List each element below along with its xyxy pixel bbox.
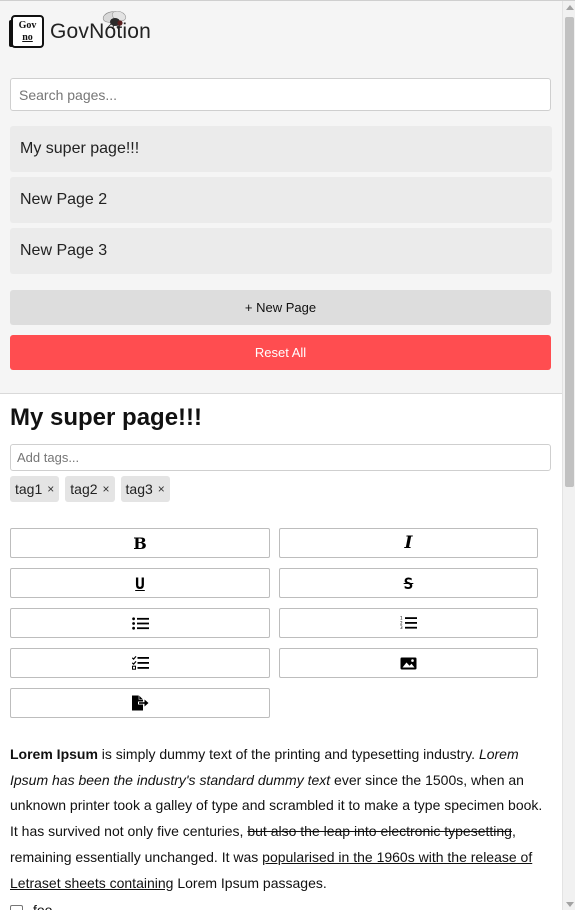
app-viewport: Gov no GovNotion My super [0,1,562,910]
bullet-list-icon [131,616,149,630]
tags-input[interactable] [10,444,551,471]
format-toolbar: B I U S 1 2 3 [10,528,552,718]
vertical-scrollbar[interactable] [562,1,575,910]
tag-chip: tag1 × [10,476,60,502]
new-page-button[interactable]: + New Page [10,290,551,325]
tag-label: tag1 [15,481,43,497]
fly-icon [102,11,127,29]
todo-text[interactable]: foo [33,898,52,910]
scroll-down-icon[interactable] [566,902,574,907]
image-icon [400,657,417,669]
app-name: GovNotion [50,11,151,44]
reset-all-button[interactable]: Reset All [10,335,551,370]
checklist-icon [131,656,149,670]
page-item[interactable]: My super page!!! [10,126,552,172]
italic-button[interactable]: I [279,528,538,558]
export-button[interactable] [10,688,270,718]
underline-button[interactable]: U [10,568,270,598]
italic-icon: I [404,533,413,553]
tag-chip: tag3 × [120,476,170,502]
page-item-label: New Page 3 [20,242,108,259]
tag-chip: tag2 × [65,476,115,502]
page-item[interactable]: New Page 3 [10,228,552,274]
page-title[interactable]: My super page!!! [10,404,552,432]
govno-logo: Gov no [9,13,46,51]
tag-label: tag3 [125,481,153,497]
paragraph: Lorem Ipsum is simply dummy text of the … [10,746,543,891]
tag-label: tag2 [70,481,98,497]
strikethrough-button[interactable]: S [279,568,538,598]
bold-text: Lorem Ipsum [10,746,98,762]
search-input[interactable] [10,78,551,111]
logo-text-bottom: no [22,32,33,43]
svg-text:3: 3 [400,625,403,630]
page-item-label: My super page!!! [20,140,140,157]
editor: My super page!!! tag1 × tag2 × tag3 × B … [0,394,562,910]
sidebar: Gov no GovNotion My super [0,1,562,394]
page-list: My super page!!! New Page 2 New Page 3 [10,126,552,274]
scroll-up-icon[interactable] [566,5,574,10]
logo-text-top: Gov [18,20,37,31]
page-item[interactable]: New Page 2 [10,177,552,223]
underline-icon: U [135,573,145,593]
bullet-list-button[interactable] [10,608,270,638]
bold-icon: B [133,533,147,553]
numbered-list-icon: 1 2 3 [400,616,417,630]
export-icon [132,695,149,711]
tag-remove-icon[interactable]: × [158,482,165,496]
scrollbar-thumb[interactable] [565,17,574,487]
todo-item: foo [10,898,551,910]
bold-button[interactable]: B [10,528,270,558]
page-content[interactable]: Lorem Ipsum is simply dummy text of the … [10,742,551,910]
tag-remove-icon[interactable]: × [103,482,110,496]
brand: Gov no GovNotion [9,11,552,53]
strikethrough-text: but also the leap into electronic typese… [247,823,512,840]
tag-list: tag1 × tag2 × tag3 × [10,476,552,502]
page-item-label: New Page 2 [20,191,108,208]
checklist-button[interactable] [10,648,270,678]
tag-remove-icon[interactable]: × [47,482,54,496]
strikethrough-icon: S [403,573,414,593]
numbered-list-button[interactable]: 1 2 3 [279,608,538,638]
insert-image-button[interactable] [279,648,538,678]
todo-checkbox[interactable] [10,904,23,910]
